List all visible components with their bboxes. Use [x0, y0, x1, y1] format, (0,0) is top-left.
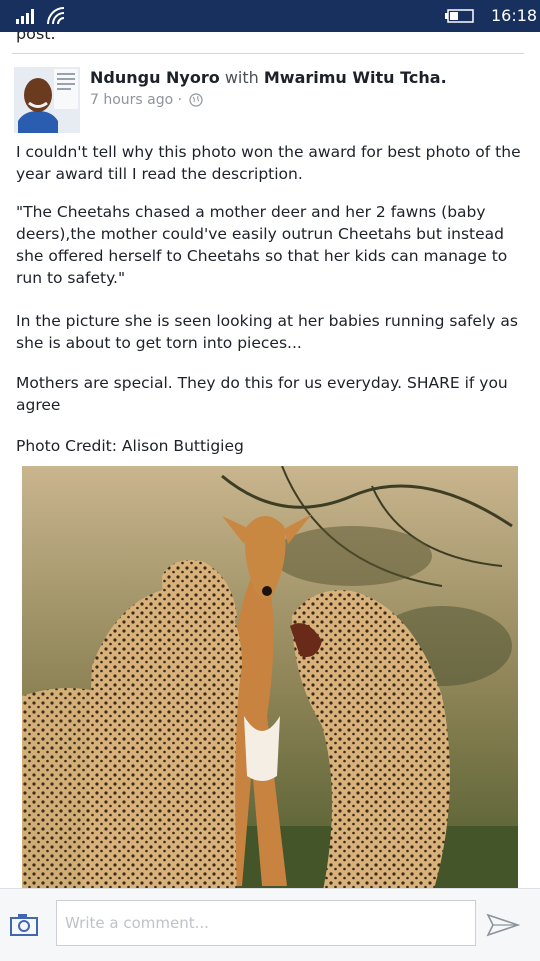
camera-icon[interactable]	[9, 913, 39, 937]
post-paragraph-1: I couldn't tell why this photo won the a…	[16, 143, 521, 183]
battery-icon	[445, 9, 474, 23]
post-timestamp[interactable]: 7 hours ago	[90, 92, 173, 108]
previous-post-text: post.	[16, 32, 56, 43]
post-paragraph-2: "The Cheetahs chased a mother deer and h…	[16, 203, 508, 287]
comment-input[interactable]: Write a comment...	[56, 900, 476, 946]
status-bar: 16:18	[0, 0, 540, 32]
feed: post. Ndungu Nyoro with Mwarimu Witu Tch…	[0, 32, 540, 888]
comment-placeholder: Write a comment...	[65, 914, 209, 932]
globe-icon	[188, 93, 203, 107]
wifi-icon	[47, 7, 65, 25]
cheetahs-gazelle-photo	[22, 466, 518, 888]
post-paragraph-3: In the picture she is seen looking at he…	[16, 312, 518, 352]
avatar-image	[14, 67, 80, 133]
signal-icon	[16, 9, 34, 24]
with-text: with	[224, 68, 259, 87]
send-icon[interactable]	[486, 913, 520, 937]
post-header: Ndungu Nyoro with Mwarimu Witu Tcha.	[90, 68, 447, 87]
avatar[interactable]	[14, 67, 80, 133]
post-paragraph-4: Mothers are special. They do this for us…	[16, 374, 508, 414]
author-name[interactable]: Ndungu Nyoro	[90, 68, 220, 87]
tagged-name[interactable]: Mwarimu Witu Tcha.	[264, 68, 447, 87]
post-meta: 7 hours ago ·	[90, 92, 203, 108]
post-divider	[12, 53, 524, 54]
comment-bar: Write a comment...	[0, 888, 540, 961]
status-time: 16:18	[491, 6, 538, 25]
post-photo[interactable]	[22, 466, 518, 888]
photo-credit: Photo Credit: Alison Buttigieg	[16, 437, 244, 455]
meta-separator: ·	[177, 92, 183, 108]
